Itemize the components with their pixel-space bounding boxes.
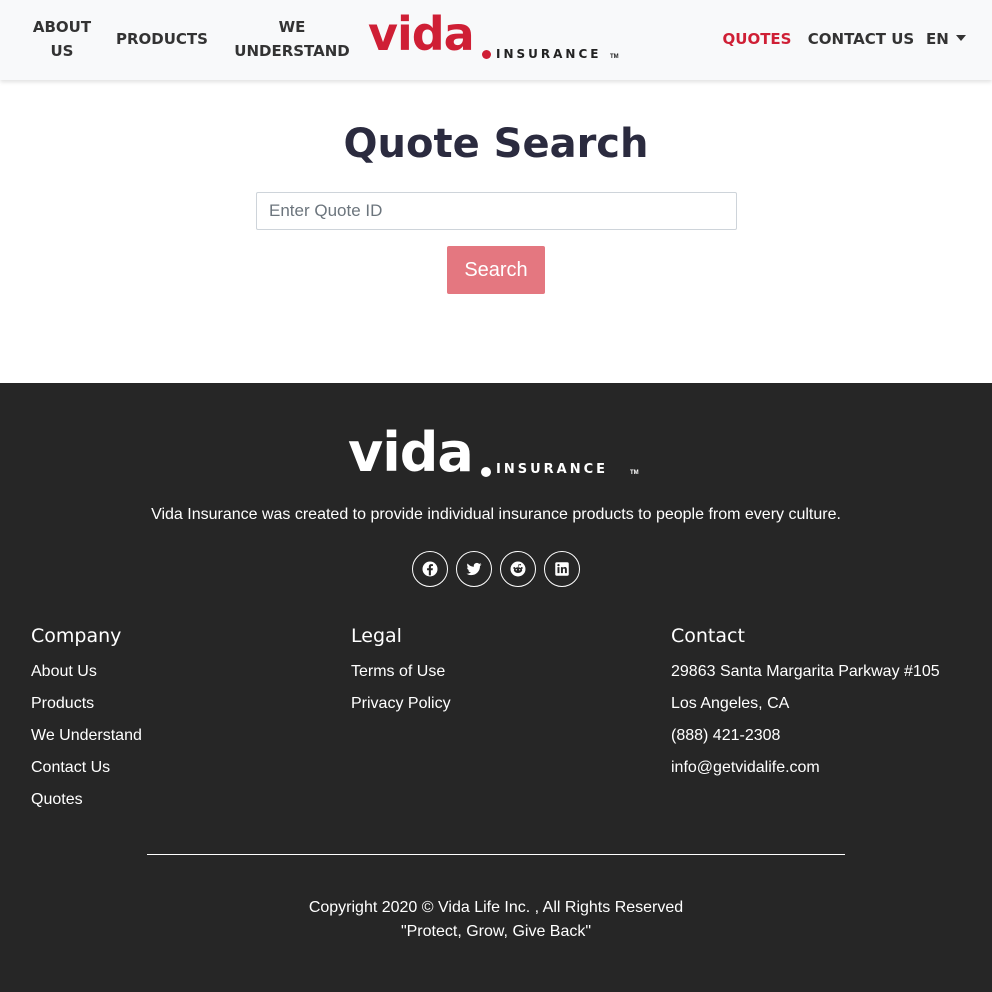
quote-id-input[interactable] xyxy=(256,192,737,230)
caret-down-icon xyxy=(956,35,967,41)
footer-contact-column: Contact 29863 Santa Margarita Parkway #1… xyxy=(671,624,971,784)
nav-products[interactable]: PRODUCTS xyxy=(110,27,214,51)
footer-logo-dot xyxy=(481,467,491,477)
copyright-text: Copyright 2020 © Vida Life Inc. , All Ri… xyxy=(308,899,684,916)
contact-city: Los Angeles, CA xyxy=(671,695,790,712)
logo-dot xyxy=(482,50,491,59)
footer-legal-column: Legal Terms of Use Privacy Policy xyxy=(351,624,651,720)
twitter-icon[interactable] xyxy=(456,551,492,587)
footer-link-we-understand[interactable]: We Understand xyxy=(31,720,331,752)
footer-logo: vida INSURANCE TM xyxy=(348,421,644,487)
footer-tagline: Vida Insurance was created to provide in… xyxy=(151,506,841,523)
contact-heading: Contact xyxy=(671,625,745,647)
footer-divider xyxy=(147,854,845,855)
linkedin-icon[interactable] xyxy=(544,551,580,587)
top-navbar: ABOUT US PRODUCTS WE UNDERSTAND vida INS… xyxy=(0,0,992,80)
company-motto: "Protect, Grow, Give Back" xyxy=(400,923,592,940)
footer-link-about-us[interactable]: About Us xyxy=(31,656,331,688)
contact-phone-link[interactable]: (888) 421-2308 xyxy=(671,720,971,752)
footer-logo-wordmark: vida xyxy=(348,421,474,484)
footer-link-privacy-policy[interactable]: Privacy Policy xyxy=(351,688,651,720)
language-dropdown[interactable]: EN xyxy=(926,27,974,51)
footer-link-quotes[interactable]: Quotes xyxy=(31,784,331,816)
footer-link-contact-us[interactable]: Contact Us xyxy=(31,752,331,784)
language-label: EN xyxy=(926,30,949,48)
contact-address-line: 29863 Santa Margarita Parkway #105 xyxy=(671,663,940,680)
nav-about-us[interactable]: ABOUT US xyxy=(22,15,102,63)
social-links xyxy=(412,551,582,587)
footer-link-products[interactable]: Products xyxy=(31,688,331,720)
logo-subtitle: INSURANCE xyxy=(496,47,602,61)
footer-company-column: Company About Us Products We Understand … xyxy=(31,624,331,816)
page-title: Quote Search xyxy=(343,121,649,167)
facebook-icon[interactable] xyxy=(412,551,448,587)
search-button[interactable]: Search xyxy=(447,246,545,294)
legal-heading: Legal xyxy=(351,625,402,647)
company-heading: Company xyxy=(31,625,122,647)
nav-we-understand[interactable]: WE UNDERSTAND xyxy=(226,15,358,63)
vida-logo[interactable]: vida INSURANCE TM xyxy=(368,7,622,66)
contact-email-link[interactable]: info@getvidalife.com xyxy=(671,752,971,784)
logo-trademark: TM xyxy=(610,54,619,60)
nav-contact-us[interactable]: CONTACT US xyxy=(802,27,920,51)
logo-wordmark: vida xyxy=(368,7,475,61)
reddit-icon[interactable] xyxy=(500,551,536,587)
footer-logo-trademark: TM xyxy=(630,470,639,476)
footer-link-terms-of-use[interactable]: Terms of Use xyxy=(351,656,651,688)
copyright-block: Copyright 2020 © Vida Life Inc. , All Ri… xyxy=(0,896,992,944)
nav-quotes[interactable]: QUOTES xyxy=(716,27,798,51)
footer: vida INSURANCE TM Vida Insurance was cre… xyxy=(0,383,992,992)
footer-logo-subtitle: INSURANCE xyxy=(496,462,609,477)
